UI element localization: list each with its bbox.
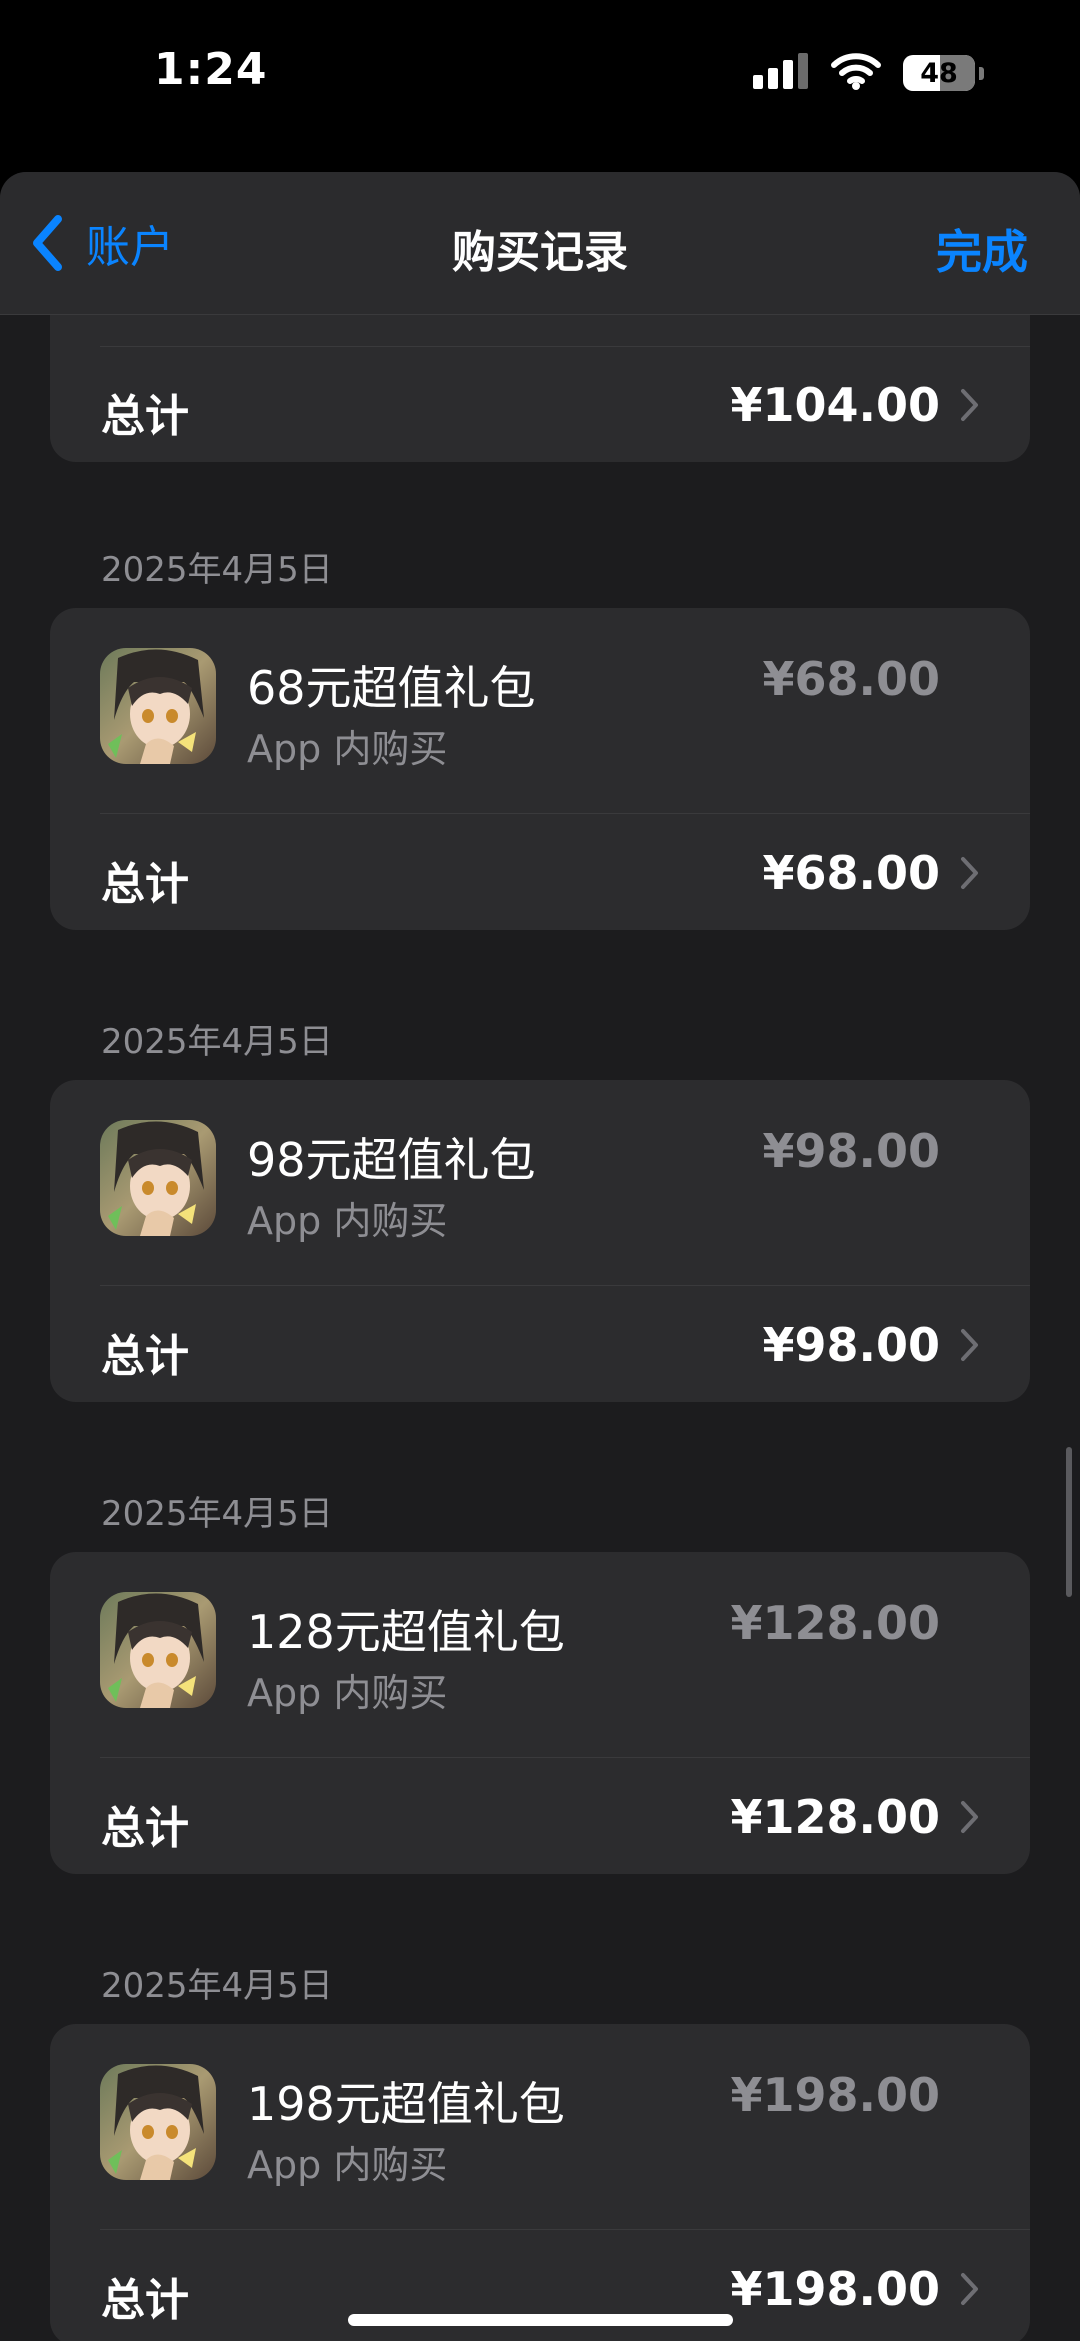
total-label: 总计	[101, 859, 189, 910]
purchase-history-sheet: 总计 ¥104.00 2025年4月5日 68元超值礼包 App 内购买 ¥68…	[0, 172, 1080, 2341]
game-character-app-icon	[100, 2064, 216, 2180]
total-value: ¥98.00	[762, 1318, 940, 1372]
total-label: 总计	[101, 1331, 189, 1382]
total-value: ¥104.00	[730, 378, 940, 432]
status-icons: 48	[753, 52, 984, 94]
item-price: ¥198.00	[730, 2068, 940, 2122]
game-character-app-icon	[100, 648, 216, 764]
battery-cap	[979, 66, 984, 80]
chevron-right-icon	[961, 389, 978, 421]
home-indicator[interactable]	[348, 2314, 733, 2326]
item-type: App 内购买	[247, 1671, 448, 1715]
item-type: App 内购买	[247, 2143, 448, 2187]
total-value: ¥198.00	[730, 2262, 940, 2316]
item-price: ¥98.00	[762, 1124, 940, 1178]
total-row[interactable]: 总计 ¥98.00	[50, 1286, 1030, 1402]
status-time: 1:24	[154, 44, 268, 95]
game-character-app-icon	[100, 1120, 216, 1236]
total-label: 总计	[101, 1803, 189, 1854]
battery-level: 48	[920, 57, 958, 89]
cellular-signal-icon	[753, 53, 809, 93]
page-title: 购买记录	[452, 227, 628, 278]
total-value: ¥68.00	[762, 846, 940, 900]
item-name: 198元超值礼包	[247, 2077, 565, 2131]
purchase-date: 2025年4月5日	[101, 1966, 333, 2006]
total-row[interactable]: 总计 ¥128.00	[50, 1758, 1030, 1874]
done-button[interactable]: 完成	[936, 216, 1028, 282]
chevron-right-icon	[961, 2273, 978, 2305]
total-value: ¥128.00	[730, 1790, 940, 1844]
item-name: 128元超值礼包	[247, 1605, 565, 1659]
chevron-right-icon	[961, 1801, 978, 1833]
item-price: ¥128.00	[730, 1596, 940, 1650]
purchase-date: 2025年4月5日	[101, 550, 333, 590]
purchase-card: 68元超值礼包 App 内购买 ¥68.00 总计 ¥68.00	[50, 608, 1030, 930]
item-name: 68元超值礼包	[247, 661, 536, 715]
item-price: ¥68.00	[762, 652, 940, 706]
purchase-card: 98元超值礼包 App 内购买 ¥98.00 总计 ¥98.00	[50, 1080, 1030, 1402]
purchase-list[interactable]: 总计 ¥104.00 2025年4月5日 68元超值礼包 App 内购买 ¥68…	[0, 172, 1080, 2341]
purchase-date: 2025年4月5日	[101, 1494, 333, 1534]
wifi-icon	[831, 52, 881, 94]
total-label: 总计	[101, 391, 189, 442]
purchase-card: 198元超值礼包 App 内购买 ¥198.00 总计 ¥198.00	[50, 2024, 1030, 2341]
total-row[interactable]: 总计 ¥104.00	[50, 346, 1030, 462]
status-bar: 1:24 48	[0, 0, 1080, 150]
item-type: App 内购买	[247, 727, 448, 771]
chevron-right-icon	[961, 1329, 978, 1361]
scroll-indicator[interactable]	[1066, 1447, 1072, 1597]
total-label: 总计	[101, 2275, 189, 2326]
chevron-right-icon	[961, 857, 978, 889]
navigation-bar: 账户 购买记录 完成	[0, 172, 1080, 315]
total-row[interactable]: 总计 ¥68.00	[50, 814, 1030, 930]
item-type: App 内购买	[247, 1199, 448, 1243]
purchase-date: 2025年4月5日	[101, 1022, 333, 1062]
purchase-card: 128元超值礼包 App 内购买 ¥128.00 总计 ¥128.00	[50, 1552, 1030, 1874]
battery-icon: 48	[903, 55, 975, 91]
game-character-app-icon	[100, 1592, 216, 1708]
item-name: 98元超值礼包	[247, 1133, 536, 1187]
